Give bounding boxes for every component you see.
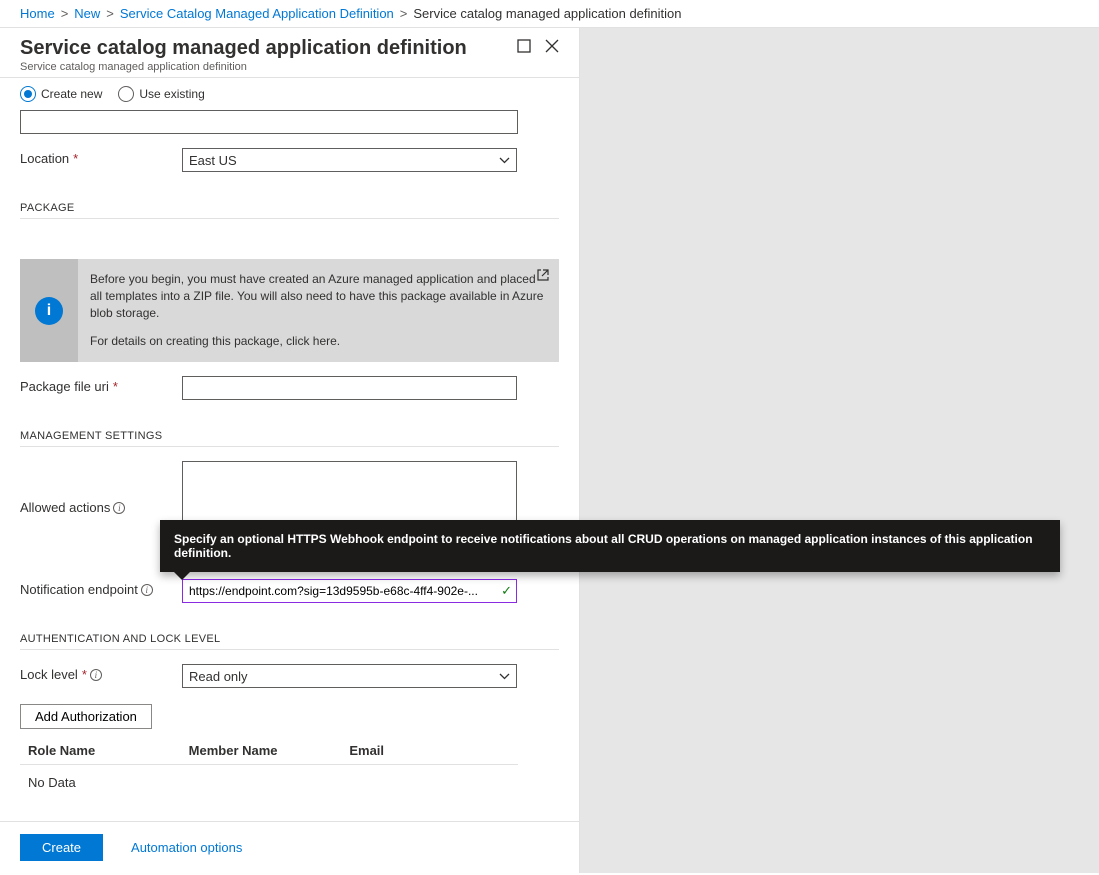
notification-endpoint-label: Notification endpoint i: [20, 579, 182, 597]
blade-content: Create new Use existing Location* East U…: [0, 78, 579, 821]
section-management: MANAGEMENT SETTINGS: [20, 430, 559, 447]
chevron-right-icon: >: [400, 6, 408, 21]
location-select[interactable]: East US: [182, 148, 517, 172]
breadcrumb: Home > New > Service Catalog Managed App…: [0, 0, 1099, 28]
section-auth: AUTHENTICATION AND LOCK LEVEL: [20, 633, 559, 650]
breadcrumb-new[interactable]: New: [74, 6, 100, 21]
automation-options-link[interactable]: Automation options: [131, 840, 242, 855]
package-uri-label: Package file uri*: [20, 376, 182, 394]
col-member: Member Name: [189, 743, 350, 758]
lock-level-select[interactable]: Read only: [182, 664, 517, 688]
lock-level-label: Lock level* i: [20, 664, 182, 682]
blade-panel: Service catalog managed application defi…: [0, 28, 580, 873]
checkmark-icon: ✓: [501, 583, 512, 599]
external-link-icon[interactable]: [537, 269, 549, 281]
breadcrumb-current: Service catalog managed application defi…: [413, 6, 681, 21]
chevron-right-icon: >: [106, 6, 114, 21]
notification-tooltip: Specify an optional HTTPS Webhook endpoi…: [160, 520, 1060, 572]
create-button[interactable]: Create: [20, 834, 103, 861]
blade-header: Service catalog managed application defi…: [0, 28, 579, 78]
info-icon: i: [35, 297, 63, 325]
resource-group-radio: Create new Use existing: [20, 86, 559, 102]
add-authorization-button[interactable]: Add Authorization: [20, 704, 152, 729]
package-uri-input[interactable]: [182, 376, 517, 400]
radio-create-new-label: Create new: [41, 87, 102, 101]
auth-table-header: Role Name Member Name Email: [20, 737, 518, 765]
info-icon[interactable]: i: [141, 584, 153, 596]
radio-use-existing-label: Use existing: [139, 87, 204, 101]
col-role: Role Name: [28, 743, 189, 758]
right-panel: [580, 28, 1099, 873]
info-line2: For details on creating this package, cl…: [90, 333, 549, 350]
chevron-down-icon: [499, 673, 510, 680]
info-icon[interactable]: i: [113, 502, 125, 514]
maximize-icon[interactable]: [517, 39, 531, 53]
location-value: East US: [189, 153, 237, 168]
info-line1: Before you begin, you must have created …: [90, 271, 549, 321]
page-title: Service catalog managed application defi…: [20, 36, 467, 60]
lock-level-value: Read only: [189, 669, 248, 684]
allowed-actions-label: Allowed actions i: [20, 497, 182, 515]
breadcrumb-definition-list[interactable]: Service Catalog Managed Application Defi…: [120, 6, 394, 21]
notification-endpoint-input[interactable]: [182, 579, 517, 603]
page-subtitle: Service catalog managed application defi…: [20, 61, 467, 73]
close-icon[interactable]: [545, 39, 559, 53]
resource-group-input[interactable]: [20, 110, 518, 134]
chevron-down-icon: [499, 157, 510, 164]
chevron-right-icon: >: [61, 6, 69, 21]
table-row-empty: No Data: [20, 765, 518, 800]
info-icon[interactable]: i: [90, 669, 102, 681]
package-info-box: i Before you begin, you must have create…: [20, 259, 559, 362]
section-package: PACKAGE: [20, 202, 559, 219]
location-label: Location*: [20, 148, 182, 166]
col-email: Email: [349, 743, 510, 758]
radio-use-existing[interactable]: Use existing: [118, 86, 204, 102]
blade-footer: Create Automation options: [0, 821, 579, 873]
breadcrumb-home[interactable]: Home: [20, 6, 55, 21]
radio-create-new[interactable]: Create new: [20, 86, 102, 102]
